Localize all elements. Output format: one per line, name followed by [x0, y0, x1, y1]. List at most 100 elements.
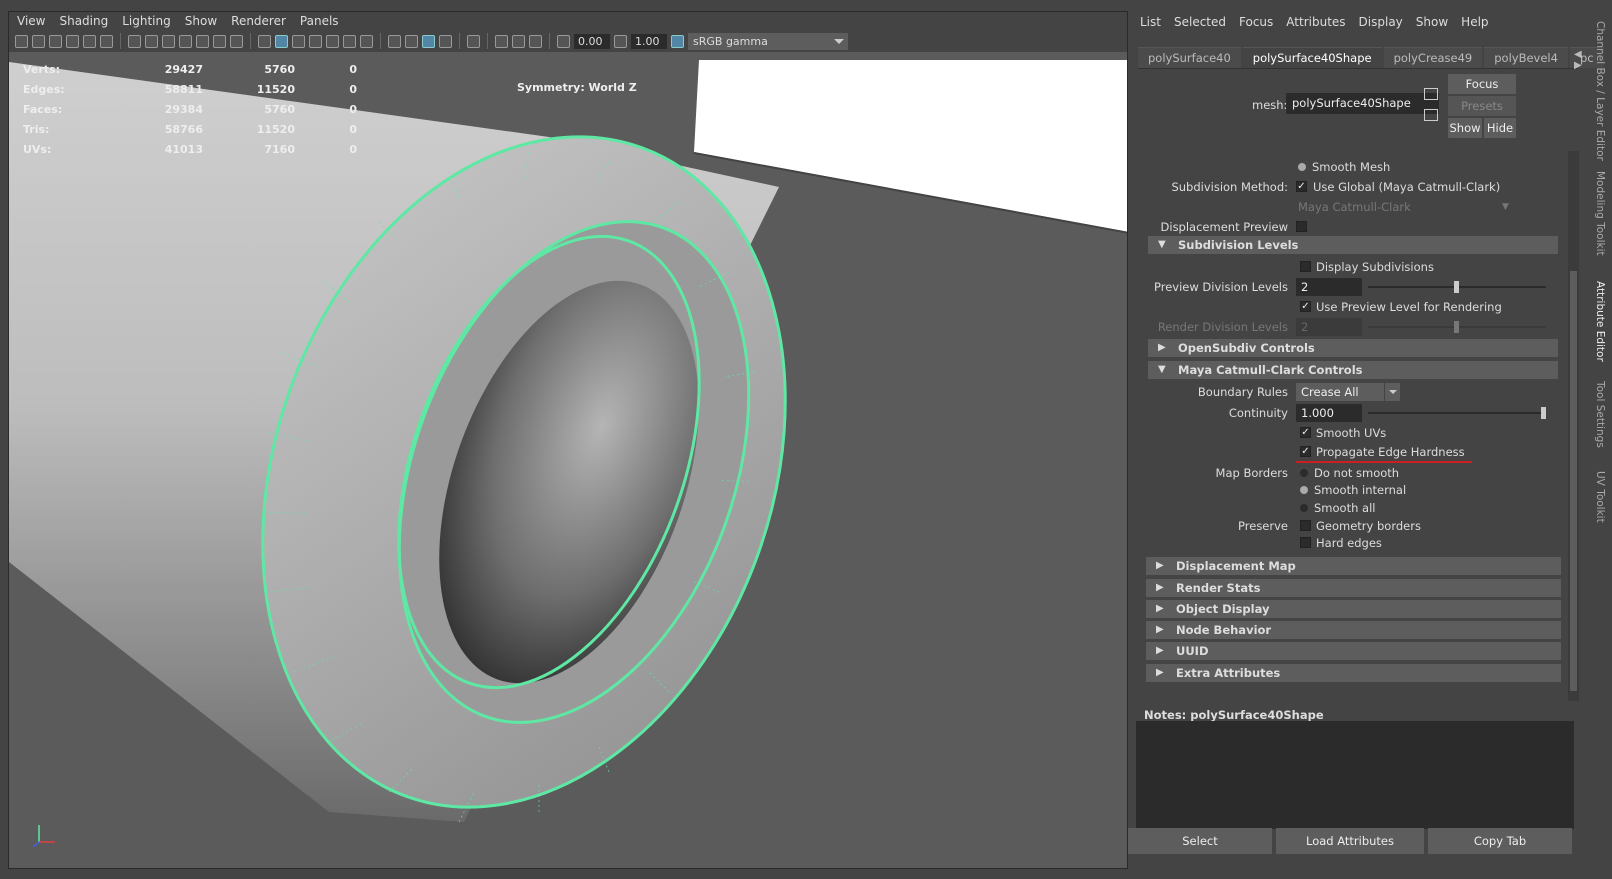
boundary-rules-dropdown[interactable]: Crease All: [1296, 383, 1384, 401]
hide-button[interactable]: Hide: [1484, 118, 1516, 138]
menu-focus[interactable]: Focus: [1239, 15, 1273, 29]
shadows-icon[interactable]: [360, 34, 373, 48]
field-chart-icon[interactable]: [196, 34, 209, 48]
scene-view[interactable]: [9, 52, 1128, 869]
preview-division-field[interactable]: 2: [1296, 278, 1362, 296]
use-preview-level-checkbox[interactable]: ✓: [1300, 301, 1311, 312]
uuid-frame[interactable]: ▶ UUID: [1146, 642, 1561, 660]
use-all-lights-icon[interactable]: [343, 34, 356, 48]
continuity-field[interactable]: 1.000: [1296, 404, 1362, 422]
scrollbar-thumb[interactable]: [1570, 271, 1577, 691]
xray-joints-icon[interactable]: [512, 34, 525, 48]
tab-polysurface40shape[interactable]: polySurface40Shape: [1242, 47, 1382, 68]
film-gate-icon[interactable]: [145, 34, 158, 48]
image-plane-icon[interactable]: [66, 34, 79, 48]
tab-scroll-arrows-icon[interactable]: ◀ ▶: [1574, 49, 1589, 71]
go-to-output-icon[interactable]: [1424, 109, 1438, 121]
safe-title-icon[interactable]: [230, 34, 243, 48]
anti-aliasing-icon[interactable]: [422, 34, 435, 48]
show-button[interactable]: Show: [1448, 118, 1482, 138]
side-tab-modeling-toolkit[interactable]: Modeling Toolkit: [1594, 171, 1606, 256]
exposure-icon[interactable]: [557, 34, 570, 48]
gamma-icon[interactable]: [614, 34, 627, 48]
preview-division-slider[interactable]: [1368, 281, 1546, 293]
smooth-internal-radio[interactable]: [1300, 486, 1308, 494]
attribute-list[interactable]: Smooth Mesh Subdivision Method: ✓ Use Gl…: [1146, 149, 1566, 701]
select-button[interactable]: Select: [1128, 828, 1272, 854]
side-tab-attribute-editor[interactable]: Attribute Editor: [1594, 281, 1606, 362]
smooth-uvs-checkbox[interactable]: ✓: [1300, 427, 1311, 438]
display-subdivisions-checkbox[interactable]: [1300, 261, 1311, 272]
menu-view[interactable]: View: [17, 14, 45, 28]
resolution-gate-icon[interactable]: [162, 34, 175, 48]
viewport-panel[interactable]: View Shading Lighting Show Renderer Pane…: [8, 11, 1128, 869]
menu-lighting[interactable]: Lighting: [122, 14, 171, 28]
attribute-scrollbar[interactable]: [1568, 151, 1579, 701]
tab-polycrease49[interactable]: polyCrease49: [1383, 47, 1483, 68]
menu-show[interactable]: Show: [185, 14, 217, 28]
geometry-borders-checkbox[interactable]: [1300, 520, 1311, 531]
load-attributes-button[interactable]: Load Attributes: [1276, 828, 1424, 854]
hard-edges-checkbox[interactable]: [1300, 537, 1311, 548]
view-transform-dropdown[interactable]: sRGB gamma: [688, 32, 848, 50]
menu-renderer[interactable]: Renderer: [231, 14, 286, 28]
object-display-frame[interactable]: ▶ Object Display: [1146, 600, 1561, 618]
exposure-field[interactable]: 0.00: [574, 33, 610, 49]
xray-components-icon[interactable]: [529, 34, 542, 48]
side-tab-uv-toolkit[interactable]: UV Toolkit: [1594, 471, 1606, 523]
safe-action-icon[interactable]: [213, 34, 226, 48]
use-global-checkbox[interactable]: ✓: [1296, 181, 1307, 192]
menu-show[interactable]: Show: [1416, 15, 1448, 29]
maya-catmull-clark-controls-frame[interactable]: ▼ Maya Catmull-Clark Controls: [1148, 361, 1558, 379]
continuity-slider[interactable]: [1368, 407, 1546, 419]
render-stats-frame[interactable]: ▶ Render Stats: [1146, 579, 1561, 597]
propagate-edge-hardness-checkbox[interactable]: ✓: [1300, 446, 1311, 457]
bookmark-icon[interactable]: [49, 34, 62, 48]
select-camera-icon[interactable]: [15, 34, 28, 48]
grease-pencil-icon[interactable]: [100, 34, 113, 48]
depth-of-field-icon[interactable]: [439, 34, 452, 48]
menu-attributes[interactable]: Attributes: [1286, 15, 1345, 29]
notes-textarea[interactable]: [1136, 721, 1574, 829]
isolate-select-icon[interactable]: [467, 34, 480, 48]
opensubdiv-controls-frame[interactable]: ▶ OpenSubdiv Controls: [1148, 339, 1558, 357]
default-material-icon[interactable]: [292, 34, 305, 48]
menu-shading[interactable]: Shading: [59, 14, 108, 28]
extra-attributes-frame[interactable]: ▶ Extra Attributes: [1146, 664, 1561, 682]
presets-button[interactable]: Presets: [1448, 96, 1516, 116]
focus-button[interactable]: Focus: [1448, 74, 1516, 94]
subdivision-levels-frame[interactable]: ▼ Subdivision Levels: [1148, 236, 1558, 254]
menu-help[interactable]: Help: [1461, 15, 1488, 29]
side-tab-tool-settings[interactable]: Tool Settings: [1594, 381, 1606, 448]
menu-list[interactable]: List: [1140, 15, 1161, 29]
wireframe-on-shaded-icon[interactable]: [309, 34, 322, 48]
menu-panels[interactable]: Panels: [300, 14, 339, 28]
xray-icon[interactable]: [495, 34, 508, 48]
screen-space-ao-icon[interactable]: [388, 34, 401, 48]
copy-tab-button[interactable]: Copy Tab: [1428, 828, 1572, 854]
menu-selected[interactable]: Selected: [1174, 15, 1226, 29]
tab-polybevel4[interactable]: polyBevel4: [1484, 47, 1568, 68]
wireframe-icon[interactable]: [258, 34, 271, 48]
2d-pan-zoom-icon[interactable]: [83, 34, 96, 48]
do-not-smooth-radio[interactable]: [1300, 469, 1308, 477]
motion-blur-icon[interactable]: [405, 34, 418, 48]
side-tab-channel-box[interactable]: Channel Box / Layer Editor: [1594, 21, 1606, 161]
chevron-down-icon[interactable]: [1384, 383, 1400, 401]
color-management-icon[interactable]: [671, 34, 684, 48]
gamma-field[interactable]: 1.00: [631, 33, 667, 49]
menu-display[interactable]: Display: [1359, 15, 1403, 29]
displacement-preview-checkbox[interactable]: [1296, 221, 1307, 232]
node-behavior-frame[interactable]: ▶ Node Behavior: [1146, 621, 1561, 639]
gate-mask-icon[interactable]: [179, 34, 192, 48]
smooth-shade-icon[interactable]: [275, 34, 288, 48]
smooth-mesh-radio[interactable]: [1298, 163, 1306, 171]
displacement-map-frame[interactable]: ▶ Displacement Map: [1146, 557, 1561, 575]
go-to-input-icon[interactable]: [1424, 88, 1438, 100]
textured-icon[interactable]: [326, 34, 339, 48]
tab-polysurface40[interactable]: polySurface40: [1138, 47, 1241, 68]
smooth-all-radio[interactable]: [1300, 504, 1308, 512]
grid-icon[interactable]: [128, 34, 141, 48]
camera-attributes-icon[interactable]: [32, 34, 45, 48]
mesh-name-field[interactable]: polySurface40Shape: [1286, 93, 1439, 114]
